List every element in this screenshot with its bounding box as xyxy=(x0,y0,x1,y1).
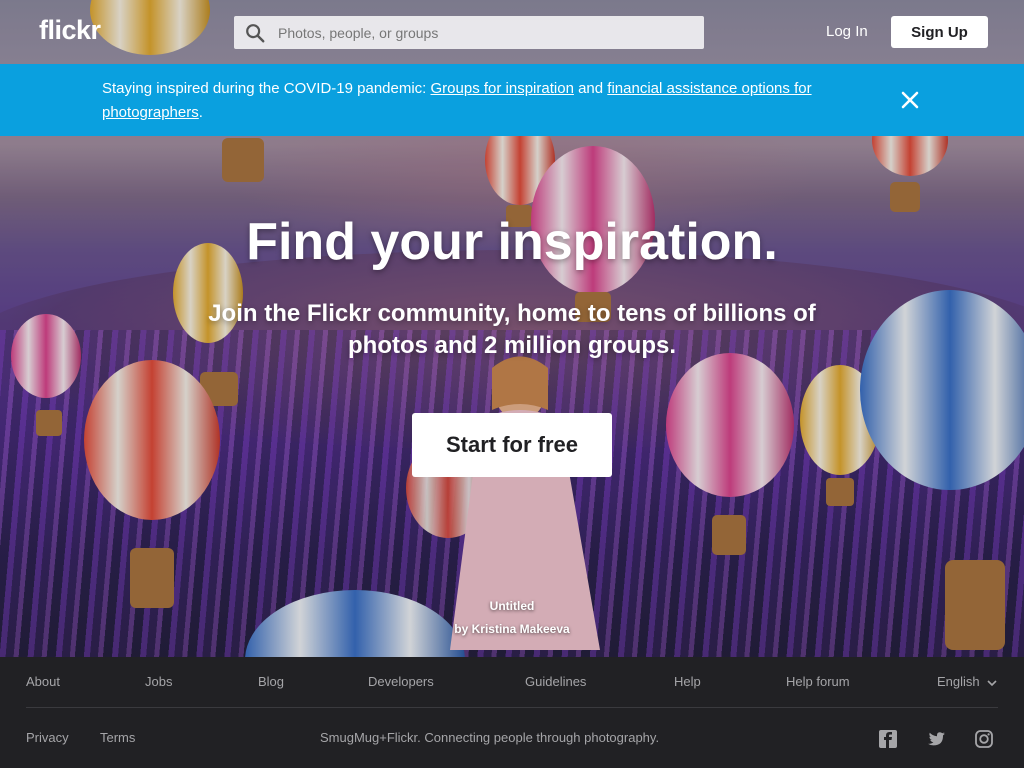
photo-credit-title[interactable]: Untitled xyxy=(0,599,1024,613)
flickr-logo[interactable]: flickr xyxy=(39,15,101,46)
footer-link-terms[interactable]: Terms xyxy=(100,730,135,745)
hero-subheadline: Join the Flickr community, home to tens … xyxy=(208,300,816,359)
site-footer: About Jobs Blog Developers Guidelines He… xyxy=(0,657,1024,768)
footer-link-jobs[interactable]: Jobs xyxy=(145,674,172,689)
footer-link-help[interactable]: Help xyxy=(674,674,701,689)
photo-credit-author[interactable]: by Kristina Makeeva xyxy=(0,622,1024,636)
search-icon[interactable] xyxy=(244,22,266,44)
banner-suffix-text: . xyxy=(198,104,203,121)
groups-inspiration-link[interactable]: Groups for inspiration xyxy=(431,80,574,97)
close-icon[interactable] xyxy=(898,88,922,112)
footer-divider xyxy=(26,707,998,708)
login-link[interactable]: Log In xyxy=(826,23,868,40)
start-for-free-button[interactable]: Start for free xyxy=(412,413,612,477)
banner-middle-text: and xyxy=(573,80,608,97)
hero-headline: Find your inspiration. xyxy=(246,213,778,271)
top-navigation-bar: flickr Log In Sign Up xyxy=(0,0,1024,64)
banner-text: Staying inspired during the COVID-19 pan… xyxy=(102,77,862,125)
covid-notice-banner: Staying inspired during the COVID-19 pan… xyxy=(0,64,1024,136)
banner-prefix-text: Staying inspired during the COVID-19 pan… xyxy=(102,80,431,97)
search-input[interactable] xyxy=(278,16,698,49)
footer-link-blog[interactable]: Blog xyxy=(258,674,284,689)
footer-bottom-row: Privacy Terms SmugMug+Flickr. Connecting… xyxy=(0,713,1024,768)
footer-link-developers[interactable]: Developers xyxy=(368,674,434,689)
footer-link-about[interactable]: About xyxy=(26,674,60,689)
language-label: English xyxy=(937,674,980,689)
facebook-icon[interactable] xyxy=(878,729,898,749)
language-selector[interactable]: English xyxy=(937,674,997,689)
footer-tagline: SmugMug+Flickr. Connecting people throug… xyxy=(320,730,660,745)
footer-link-guidelines[interactable]: Guidelines xyxy=(525,674,586,689)
twitter-icon[interactable] xyxy=(926,729,946,749)
footer-link-help-forum[interactable]: Help forum xyxy=(786,674,850,689)
instagram-icon[interactable] xyxy=(974,729,994,749)
search-box[interactable] xyxy=(234,16,704,49)
chevron-down-icon xyxy=(987,679,997,686)
footer-links-row: About Jobs Blog Developers Guidelines He… xyxy=(0,657,1024,707)
footer-link-privacy[interactable]: Privacy xyxy=(26,730,69,745)
signup-button[interactable]: Sign Up xyxy=(891,16,988,48)
